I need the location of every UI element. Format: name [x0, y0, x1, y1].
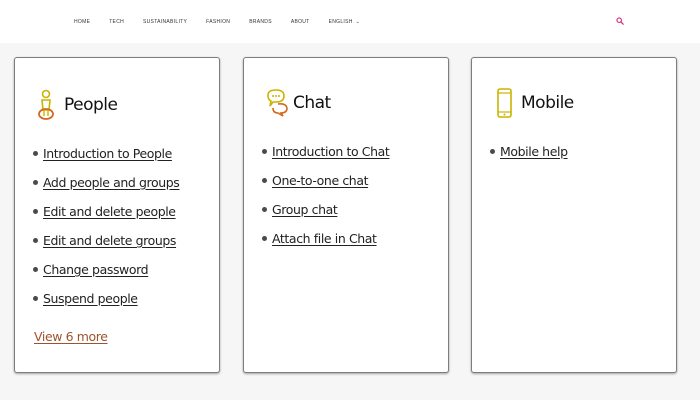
- bullet-icon: [262, 236, 267, 241]
- main-nav: HOME TECH SUSTAINABILITY FASHION BRANDS …: [74, 18, 379, 26]
- list-item: Add people and groups: [31, 173, 180, 202]
- link-introduction-to-people[interactable]: Introduction to People: [43, 146, 172, 161]
- list-item: Change password: [31, 260, 179, 289]
- list-item: Suspend people: [31, 289, 179, 318]
- chat-card: Chat Introduction to Chat One-to-one cha…: [243, 57, 449, 373]
- link-group-chat[interactable]: Group chat: [272, 202, 338, 217]
- link-change-password[interactable]: Change password: [43, 262, 149, 277]
- nav-item-about[interactable]: ABOUT: [291, 18, 310, 26]
- link-edit-and-delete-groups[interactable]: Edit and delete groups: [43, 233, 176, 248]
- bullet-icon: [33, 296, 38, 301]
- bullet-icon: [490, 149, 495, 154]
- nav-item-home[interactable]: HOME: [74, 18, 90, 26]
- chat-links-list: Introduction to Chat One-to-one chat Gro…: [260, 142, 390, 258]
- link-add-people-and-groups[interactable]: Add people and groups: [43, 175, 180, 190]
- mobile-phone-icon: [497, 88, 512, 118]
- chevron-down-icon: ⌄: [355, 19, 361, 25]
- bullet-icon: [33, 267, 38, 272]
- bullet-icon: [33, 151, 38, 156]
- list-item: Introduction to Chat: [260, 142, 390, 171]
- chat-card-header: Chat: [264, 86, 331, 120]
- people-card-title: People: [64, 95, 118, 115]
- list-item: Introduction to People: [31, 144, 179, 173]
- search-icon[interactable]: [616, 17, 624, 25]
- view-more-link[interactable]: View 6 more: [34, 329, 108, 344]
- link-attach-file-in-chat[interactable]: Attach file in Chat: [272, 231, 377, 246]
- people-links-list: Introduction to People Add people and gr…: [31, 144, 180, 318]
- chat-bubble-icon: [267, 89, 288, 117]
- bullet-icon: [33, 180, 38, 185]
- nav-item-fashion[interactable]: FASHION: [206, 18, 230, 26]
- list-item: Mobile help: [488, 142, 568, 171]
- language-label: ENGLISH: [328, 19, 353, 25]
- bullet-icon: [262, 149, 267, 154]
- nav-item-tech[interactable]: TECH: [109, 18, 124, 26]
- mobile-card: Mobile Mobile help: [471, 57, 677, 373]
- top-navigation-bar: HOME TECH SUSTAINABILITY FASHION BRANDS …: [0, 0, 700, 43]
- list-item: Edit and delete groups: [31, 231, 179, 260]
- nav-item-sustainability[interactable]: SUSTAINABILITY: [143, 18, 187, 26]
- person-icon: [38, 89, 54, 120]
- list-item: Edit and delete people: [31, 202, 179, 231]
- list-item: Group chat: [260, 200, 389, 229]
- link-introduction-to-chat[interactable]: Introduction to Chat: [272, 144, 390, 159]
- bullet-icon: [262, 178, 267, 183]
- chat-card-title: Chat: [293, 93, 331, 113]
- mobile-links-list: Mobile help: [488, 142, 568, 171]
- bullet-icon: [33, 209, 38, 214]
- list-item: One-to-one chat: [260, 171, 389, 200]
- people-card: People Introduction to People Add people…: [14, 57, 220, 373]
- link-one-to-one-chat[interactable]: One-to-one chat: [272, 173, 368, 188]
- mobile-card-title: Mobile: [521, 93, 574, 113]
- link-mobile-help[interactable]: Mobile help: [500, 144, 568, 159]
- nav-item-brands[interactable]: BRANDS: [249, 18, 272, 26]
- list-item: Attach file in Chat: [260, 229, 389, 258]
- mobile-card-header: Mobile: [492, 86, 574, 120]
- bullet-icon: [262, 207, 267, 212]
- link-suspend-people[interactable]: Suspend people: [43, 291, 138, 306]
- people-card-header: People: [35, 88, 118, 122]
- bullet-icon: [33, 238, 38, 243]
- nav-item-language[interactable]: ENGLISH ⌄: [329, 18, 361, 26]
- link-edit-and-delete-people[interactable]: Edit and delete people: [43, 204, 176, 219]
